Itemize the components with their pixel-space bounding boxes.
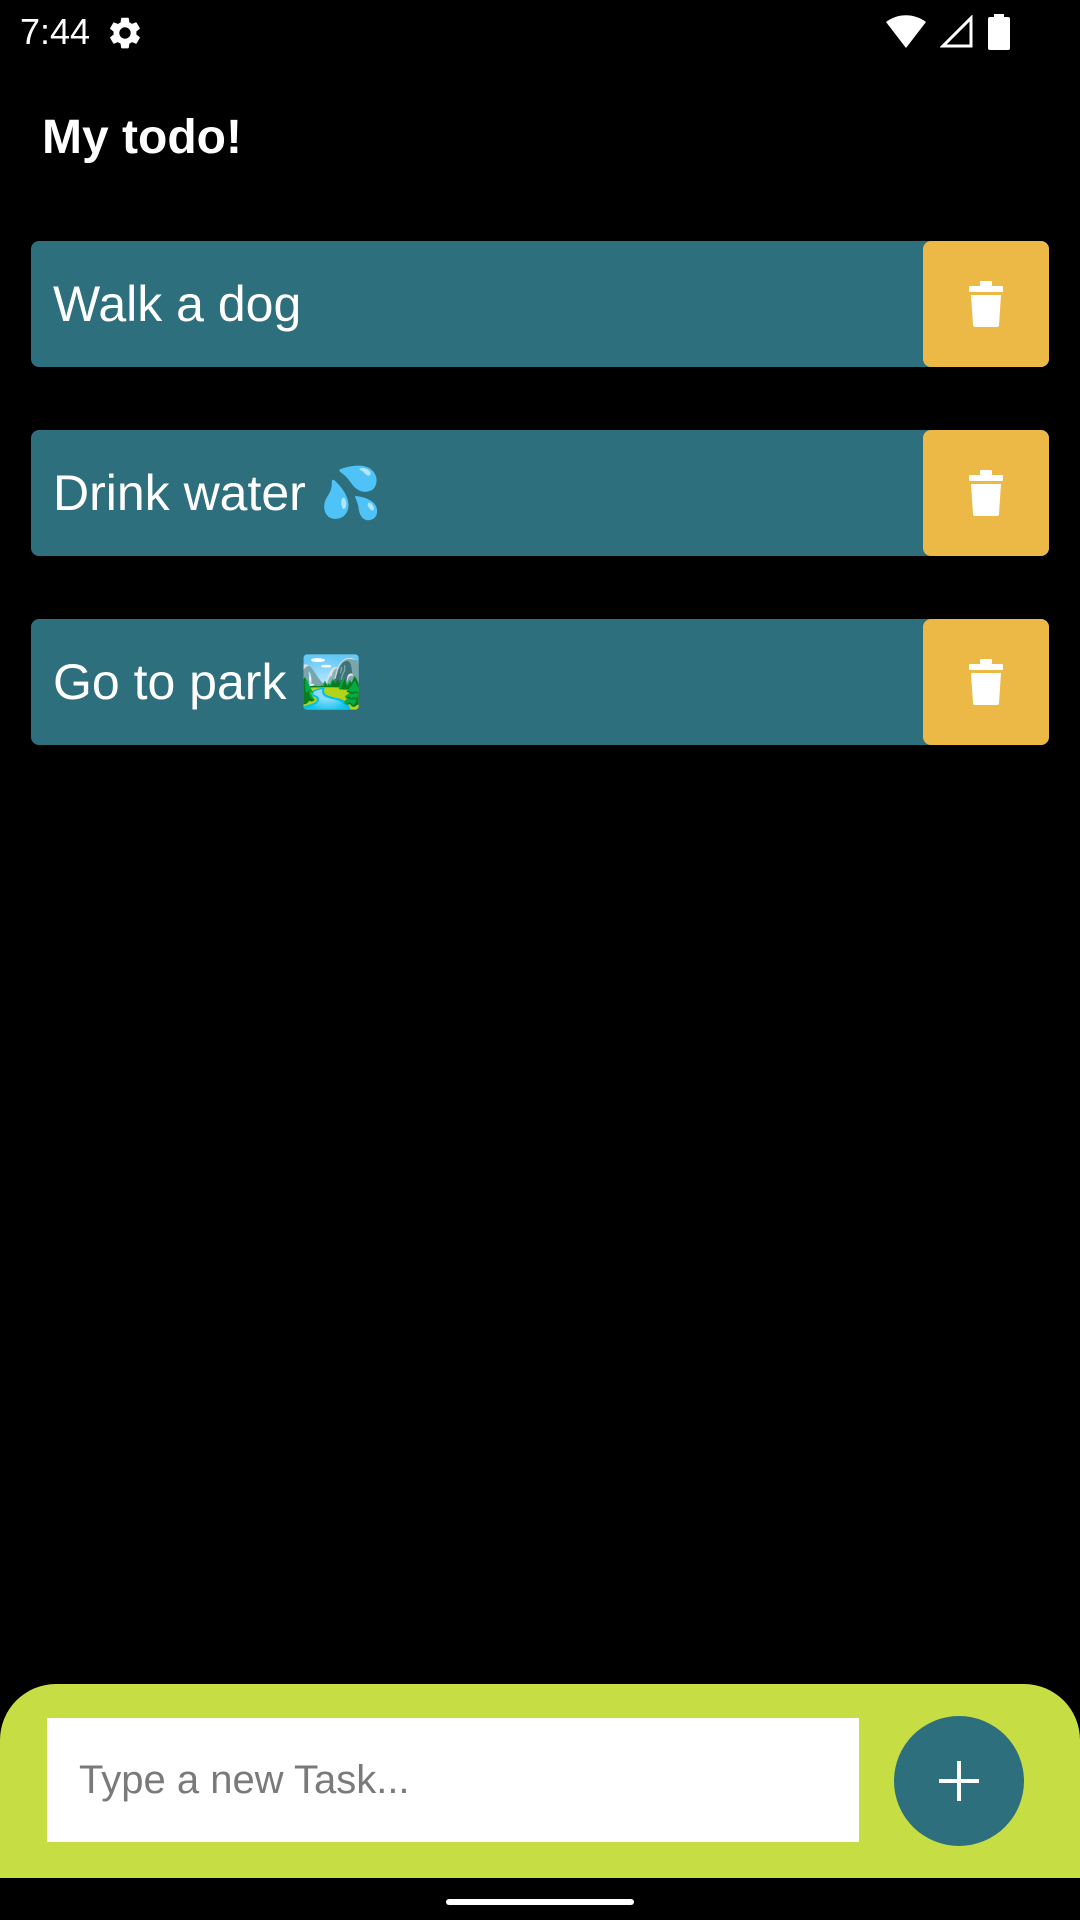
task-item[interactable]: Go to park 🏞️ xyxy=(31,619,1049,745)
task-list: Walk a dog Drink water 💦 Go to park � xyxy=(31,241,1049,808)
status-icons xyxy=(886,14,1010,50)
plus-icon xyxy=(939,1761,979,1801)
delete-task-button[interactable] xyxy=(923,430,1049,556)
trash-icon xyxy=(969,470,1003,516)
task-text: Walk a dog xyxy=(53,276,302,332)
trash-icon xyxy=(969,281,1003,327)
page-title: My todo! xyxy=(42,111,242,164)
gesture-nav-handle[interactable] xyxy=(446,1899,634,1905)
battery-icon xyxy=(988,14,1010,50)
new-task-input[interactable] xyxy=(47,1718,859,1842)
task-text: Go to park 🏞️ xyxy=(53,654,363,710)
cell-signal-icon xyxy=(940,15,973,48)
new-task-panel xyxy=(0,1684,1080,1878)
status-bar: 7:44 xyxy=(0,0,1080,64)
trash-icon xyxy=(969,659,1003,705)
wifi-icon xyxy=(886,15,926,48)
add-task-button[interactable] xyxy=(894,1716,1024,1846)
gear-icon xyxy=(110,17,140,49)
delete-task-button[interactable] xyxy=(923,619,1049,745)
status-time: 7:44 xyxy=(20,11,91,52)
task-item[interactable]: Drink water 💦 xyxy=(31,430,1049,556)
delete-task-button[interactable] xyxy=(923,241,1049,367)
app-screen: 7:44 My todo! Walk a dog Drink water 💦 G… xyxy=(0,0,1080,1920)
task-item[interactable]: Walk a dog xyxy=(31,241,1049,367)
task-text: Drink water 💦 xyxy=(53,465,382,521)
